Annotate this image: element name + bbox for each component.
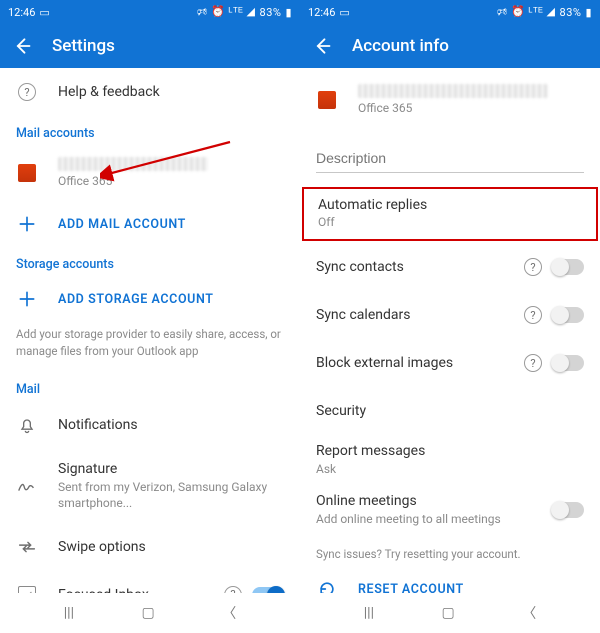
checkbox-icon	[16, 584, 38, 593]
status-icons: 🕫 ⏰ ᴸᵀᴱ ◢	[197, 3, 256, 22]
clock: 12:46	[8, 6, 35, 19]
signature-icon	[16, 475, 38, 497]
status-bar: 12:46 ▭ 🕫 ⏰ ᴸᵀᴱ ◢ 83% ▮	[0, 0, 300, 24]
status-icons: 🕫 ⏰ ᴸᵀᴱ ◢	[497, 3, 556, 22]
battery-text: 83%	[560, 6, 582, 19]
reset-icon	[316, 578, 338, 593]
signature-row[interactable]: Signature Sent from my Verizon, Samsung …	[0, 449, 300, 523]
battery-icon: ▮	[585, 6, 592, 19]
section-mail-accounts: Mail accounts	[0, 116, 300, 145]
plus-icon	[16, 288, 38, 310]
account-header: Office 365	[300, 68, 600, 128]
nav-bar: ||| ▢ 〈	[300, 593, 600, 633]
automatic-replies-row[interactable]: Automatic replies Off	[302, 187, 598, 241]
screenshot-indicator-icon: ▭	[339, 6, 349, 19]
nav-back-icon[interactable]: 〈	[522, 603, 536, 623]
online-meetings-toggle[interactable]	[552, 502, 584, 518]
add-storage-account-button[interactable]: ADD STORAGE ACCOUNT	[0, 276, 300, 322]
section-mail: Mail	[0, 372, 300, 401]
settings-list: ? Help & feedback Mail accounts Office 3…	[0, 68, 300, 593]
clock: 12:46	[308, 6, 335, 19]
account-info-list: Office 365 Automatic replies Off Sync co…	[300, 68, 600, 593]
page-title: Account info	[352, 36, 449, 56]
nav-home-icon[interactable]: ▢	[142, 605, 155, 621]
notifications-row[interactable]: Notifications	[0, 401, 300, 449]
reset-account-button[interactable]: RESET ACCOUNT	[300, 574, 600, 593]
bell-icon	[16, 414, 38, 436]
back-icon[interactable]	[312, 36, 332, 56]
sync-issues-text: Sync issues? Try resetting your account.	[300, 536, 600, 575]
help-icon: ?	[18, 83, 36, 101]
header-bar: Account info	[300, 24, 600, 68]
online-meetings-row[interactable]: Online meetings Add online meeting to al…	[300, 485, 600, 535]
page-title: Settings	[52, 36, 115, 56]
account-row-office365[interactable]: Office 365	[0, 145, 300, 201]
plus-icon	[16, 213, 38, 235]
screen-account-info: 12:46 ▭ 🕫 ⏰ ᴸᵀᴱ ◢ 83% ▮ Account info Off…	[300, 0, 600, 633]
status-bar: 12:46 ▭ 🕫 ⏰ ᴸᵀᴱ ◢ 83% ▮	[300, 0, 600, 24]
swipe-icon	[16, 536, 38, 558]
nav-bar: ||| ▢ 〈	[0, 593, 300, 633]
section-storage-accounts: Storage accounts	[0, 247, 300, 276]
header-bar: Settings	[0, 24, 300, 68]
help-icon[interactable]: ?	[224, 586, 242, 593]
nav-recents-icon[interactable]: |||	[64, 605, 74, 621]
security-row[interactable]: Security	[300, 387, 600, 435]
account-email-blurred	[58, 157, 208, 171]
swipe-options-row[interactable]: Swipe options	[0, 523, 300, 571]
back-icon[interactable]	[12, 36, 32, 56]
help-icon[interactable]: ?	[524, 306, 542, 324]
nav-home-icon[interactable]: ▢	[442, 605, 455, 621]
nav-recents-icon[interactable]: |||	[364, 605, 374, 621]
help-feedback-row[interactable]: ? Help & feedback	[0, 68, 300, 116]
sync-calendars-row[interactable]: Sync calendars ?	[300, 291, 600, 339]
block-external-images-row[interactable]: Block external images ?	[300, 339, 600, 387]
battery-text: 83%	[260, 6, 282, 19]
office-icon	[18, 164, 36, 182]
block-images-toggle[interactable]	[552, 355, 584, 371]
sync-contacts-toggle[interactable]	[552, 259, 584, 275]
help-icon[interactable]: ?	[524, 354, 542, 372]
screen-settings: 12:46 ▭ 🕫 ⏰ ᴸᵀᴱ ◢ 83% ▮ Settings ? Help …	[0, 0, 300, 633]
account-email-blurred	[358, 84, 548, 98]
nav-back-icon[interactable]: 〈	[222, 603, 236, 623]
report-messages-row[interactable]: Report messages Ask	[300, 435, 600, 485]
add-mail-account-button[interactable]: ADD MAIL ACCOUNT	[0, 201, 300, 247]
help-icon[interactable]: ?	[524, 258, 542, 276]
office-icon	[318, 91, 336, 109]
storage-helper-text: Add your storage provider to easily shar…	[0, 322, 300, 371]
focused-inbox-row[interactable]: Focused Inbox ?	[0, 571, 300, 593]
screenshot-indicator-icon: ▭	[39, 6, 49, 19]
sync-calendars-toggle[interactable]	[552, 307, 584, 323]
sync-contacts-row[interactable]: Sync contacts ?	[300, 243, 600, 291]
description-input[interactable]	[316, 146, 584, 173]
battery-icon: ▮	[285, 6, 292, 19]
